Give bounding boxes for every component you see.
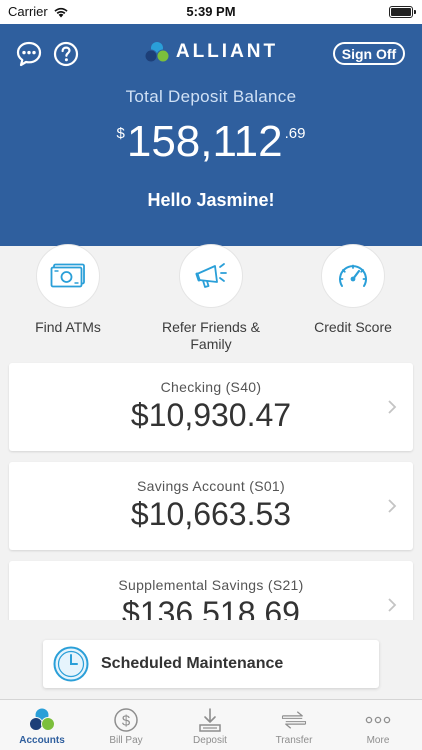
tab-more[interactable]: More xyxy=(336,700,420,750)
tab-label: Deposit xyxy=(193,735,227,746)
alliant-logo-icon xyxy=(144,42,170,63)
megaphone-icon xyxy=(195,263,227,288)
account-balance: $10,663.53 xyxy=(130,496,292,532)
accounts-list: Checking (S40) $10,930.47 Savings Accoun… xyxy=(0,358,422,620)
svg-text:$: $ xyxy=(122,713,131,730)
tab-label: Bill Pay xyxy=(109,735,143,746)
status-time: 5:39 PM xyxy=(186,4,236,19)
alliant-logo-icon xyxy=(29,708,55,731)
account-card-savings[interactable]: Savings Account (S01) $10,663.53 xyxy=(9,462,413,550)
total-balance-label: Total Deposit Balance xyxy=(125,87,297,106)
tab-deposit[interactable]: Deposit xyxy=(168,700,252,750)
account-balance: $10,930.47 xyxy=(130,397,292,433)
tab-label: Accounts xyxy=(19,735,65,746)
credit-score-label: Credit Score xyxy=(314,319,392,335)
tab-accounts[interactable]: Accounts xyxy=(0,700,84,750)
balance-header: ALLIANT Sign Off Total Deposit Balance $… xyxy=(0,24,422,246)
chevron-right-icon xyxy=(388,400,397,414)
chevron-right-icon xyxy=(388,499,397,513)
transfer-arrows-icon xyxy=(281,711,307,729)
dollar-circle-icon: $ xyxy=(114,708,138,732)
total-balance: $ 158,112 .69 xyxy=(0,116,422,168)
balance-amount: 158,112 xyxy=(126,117,283,166)
greeting: Hello Jasmine! xyxy=(147,190,275,210)
refer-friends-icon-circle xyxy=(179,244,243,308)
status-bar: Carrier 5:39 PM xyxy=(0,0,422,24)
speedometer-icon xyxy=(339,264,367,287)
maintenance-label: Scheduled Maintenance xyxy=(101,655,284,672)
balance-currency: $ xyxy=(116,125,125,142)
atm-cash-icon xyxy=(50,263,85,288)
sign-off-button[interactable]: Sign Off xyxy=(333,42,405,65)
find-atms-label: Find ATMs xyxy=(35,319,101,335)
logo-wordmark: ALLIANT xyxy=(175,41,279,62)
credit-score-button[interactable]: Credit Score xyxy=(283,244,422,336)
tab-transfer[interactable]: Transfer xyxy=(252,700,336,750)
tab-bill-pay[interactable]: $ Bill Pay xyxy=(84,700,168,750)
tab-label: Transfer xyxy=(275,735,313,746)
clock-icon xyxy=(53,646,89,682)
account-name: Savings Account (S01) xyxy=(137,478,285,494)
chevron-right-icon xyxy=(388,598,397,612)
refer-friends-label: Refer Friends & Family xyxy=(161,319,261,352)
balance-cents: .69 xyxy=(284,125,306,142)
battery-icon xyxy=(389,6,416,18)
account-card-supplemental-savings[interactable]: Supplemental Savings (S21) $136,518.69 xyxy=(9,561,413,620)
refer-friends-button[interactable]: Refer Friends & Family xyxy=(141,244,281,353)
more-dots-icon xyxy=(365,716,391,724)
scheduled-maintenance-banner[interactable]: Scheduled Maintenance xyxy=(43,640,379,688)
find-atms-button[interactable]: Find ATMs xyxy=(0,244,138,336)
tab-bar: Accounts $ Bill Pay Deposit Transfer Mor… xyxy=(0,699,422,750)
tab-label: More xyxy=(366,735,390,746)
find-atms-icon-circle xyxy=(36,244,100,308)
account-name: Supplemental Savings (S21) xyxy=(118,577,304,593)
credit-score-icon-circle xyxy=(321,244,385,308)
account-balance: $136,518.69 xyxy=(122,595,300,620)
deposit-icon xyxy=(199,708,221,732)
account-card-checking[interactable]: Checking (S40) $10,930.47 xyxy=(9,363,413,451)
account-name: Checking (S40) xyxy=(160,379,262,395)
quick-actions: Find ATMs Refer Friends & Family Credit … xyxy=(0,244,422,358)
